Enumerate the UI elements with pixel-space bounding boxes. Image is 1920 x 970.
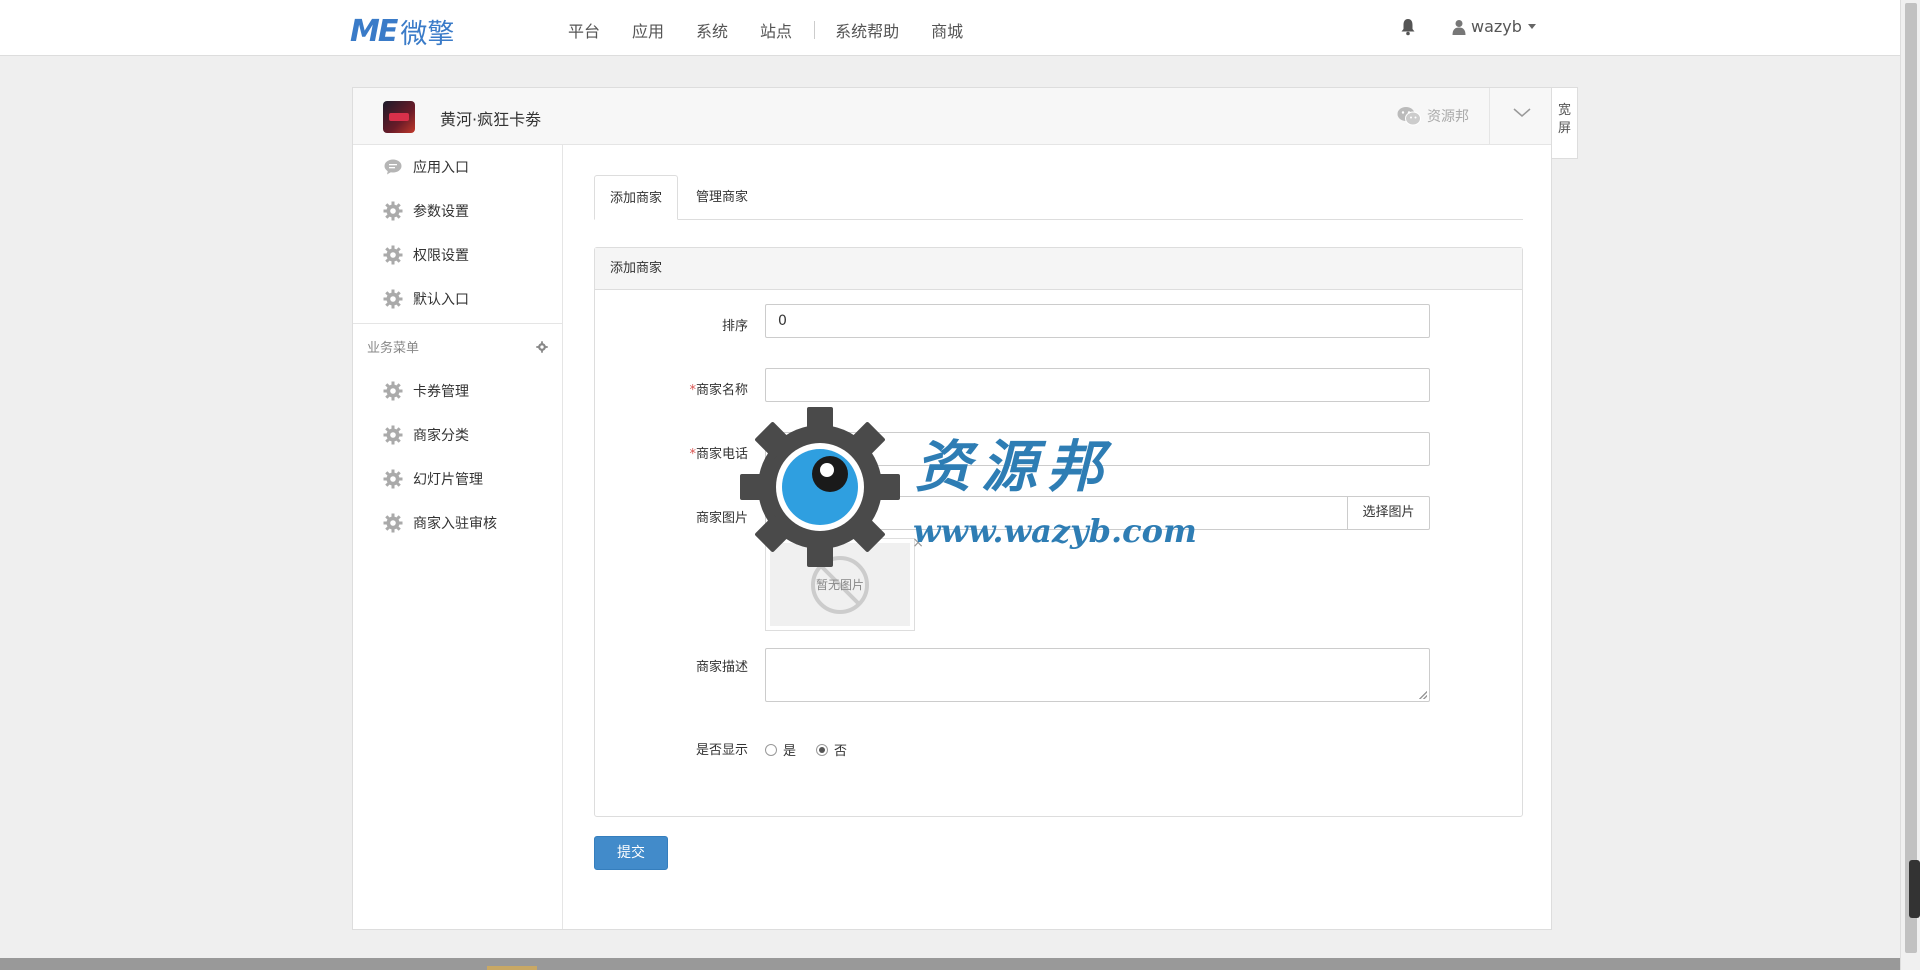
- bottom-tab-indicator: [487, 966, 537, 970]
- chat-icon: [383, 157, 403, 177]
- sidebar-item-slides[interactable]: 幻灯片管理: [353, 457, 562, 501]
- app-header: 黄河·疯狂卡劵 资源邦: [353, 88, 1551, 145]
- sidebar-item-label: 幻灯片管理: [413, 472, 483, 488]
- name-label: *商家名称: [595, 379, 748, 398]
- sidebar-item-label: 商家分类: [413, 428, 469, 444]
- image-label: 商家图片: [695, 511, 748, 526]
- sidebar-group-title: 业务菜单: [367, 341, 420, 356]
- wechat-name: 资源邦: [1427, 109, 1469, 125]
- tab-add-merchant[interactable]: 添加商家: [594, 175, 679, 220]
- nav-site[interactable]: 站点: [760, 18, 792, 42]
- show-radio-group: 是 否: [765, 740, 867, 759]
- app-title: 黄河·疯狂卡劵: [440, 110, 542, 129]
- choose-image-button[interactable]: 选择图片: [1348, 496, 1430, 530]
- nav-system[interactable]: 系统: [696, 18, 728, 42]
- no-image-text: 暂无图片: [815, 578, 864, 592]
- gear-icon: [383, 469, 403, 489]
- gear-icon[interactable]: [536, 340, 548, 353]
- tab-manage-merchant[interactable]: 管理商家: [681, 175, 763, 220]
- logo-text: 微擎: [400, 19, 455, 50]
- gear-icon: [383, 425, 403, 445]
- watermark-title: 资源邦: [915, 434, 1113, 500]
- nav-platform[interactable]: 平台: [568, 18, 600, 42]
- gear-icon: [383, 513, 403, 533]
- nav-help[interactable]: 系统帮助: [835, 18, 899, 42]
- top-navbar: ME 微擎 平台 应用 系统 站点 系统帮助 商城 wazyb: [0, 0, 1900, 56]
- sidebar-item-merchant-review[interactable]: 商家入驻审核: [353, 501, 562, 545]
- phone-label: *商家电话: [595, 443, 748, 462]
- tab-bar: 添加商家 管理商家: [594, 175, 1523, 220]
- user-icon: [1452, 19, 1466, 35]
- show-yes-label[interactable]: 是: [783, 740, 796, 759]
- watermark-gear-eye-icon: [740, 407, 900, 567]
- sort-input[interactable]: 0: [765, 304, 1430, 338]
- sidebar-item-permissions[interactable]: 权限设置: [353, 233, 562, 277]
- app-icon: [383, 101, 415, 133]
- chevron-down-icon[interactable]: [1513, 108, 1531, 118]
- desc-label: 商家描述: [695, 660, 748, 675]
- merchant-name-input[interactable]: [765, 368, 1430, 402]
- gear-icon: [383, 201, 403, 221]
- bell-icon[interactable]: [1400, 18, 1416, 36]
- sidebar-item-label: 应用入口: [413, 160, 469, 176]
- nav-store[interactable]: 商城: [931, 18, 963, 42]
- gear-icon: [383, 381, 403, 401]
- scrollbar-thumb[interactable]: [1905, 3, 1917, 953]
- user-name: wazyb: [1471, 17, 1522, 36]
- gear-icon: [383, 245, 403, 265]
- name-label-text: 商家名称: [695, 383, 748, 398]
- sidebar-item-default-entry[interactable]: 默认入口: [353, 277, 562, 321]
- sidebar-item-merchant-category[interactable]: 商家分类: [353, 413, 562, 457]
- sidebar-item-label: 卡券管理: [413, 384, 469, 400]
- nav-apps[interactable]: 应用: [632, 18, 664, 42]
- watermark: 资源邦 www.wazyb.com: [735, 402, 1205, 572]
- header-divider: [1489, 88, 1490, 145]
- sidebar-item-label: 权限设置: [413, 248, 469, 264]
- sidebar-item-coupon-manage[interactable]: 卡券管理: [353, 369, 562, 413]
- page-scrollbar[interactable]: [1900, 0, 1920, 970]
- sidebar-item-app-entry[interactable]: 应用入口: [353, 145, 562, 189]
- sort-label: 排序: [721, 319, 748, 334]
- show-no-radio[interactable]: [816, 743, 829, 756]
- merchant-desc-textarea[interactable]: [765, 648, 1430, 702]
- logo-mark: ME: [350, 14, 398, 49]
- form-panel-title: 添加商家: [595, 248, 1522, 290]
- sidebar-item-label: 参数设置: [413, 204, 469, 220]
- widescreen-toggle[interactable]: 宽屏: [1552, 87, 1578, 159]
- main-nav: 平台 应用 系统 站点 系统帮助 商城: [568, 18, 995, 42]
- show-no-label[interactable]: 否: [834, 740, 847, 759]
- nav-divider: [814, 21, 816, 39]
- sidebar: 应用入口 参数设置 权限设置 默认入口 业务菜单 卡券管理 商家分类 幻灯片管理…: [353, 145, 563, 929]
- bottom-bar: [0, 958, 1900, 970]
- gear-icon: [383, 289, 403, 309]
- user-menu[interactable]: wazyb: [1452, 17, 1536, 36]
- widescreen-label: 宽屏: [1557, 103, 1571, 136]
- watermark-url: www.wazyb.com: [913, 512, 1197, 550]
- show-label: 是否显示: [695, 743, 748, 758]
- wechat-icon: [1397, 107, 1421, 126]
- show-yes-radio[interactable]: [765, 743, 777, 756]
- sidebar-group-header: 业务菜单: [353, 323, 562, 369]
- logo[interactable]: ME 微擎: [350, 12, 454, 51]
- submit-button[interactable]: 提交: [594, 836, 668, 870]
- side-widget[interactable]: [1909, 860, 1920, 918]
- wechat-account[interactable]: 资源邦: [1397, 106, 1469, 126]
- chevron-down-icon: [1527, 24, 1536, 29]
- sidebar-item-label: 商家入驻审核: [413, 516, 497, 532]
- sidebar-item-params[interactable]: 参数设置: [353, 189, 562, 233]
- sidebar-item-label: 默认入口: [413, 292, 469, 308]
